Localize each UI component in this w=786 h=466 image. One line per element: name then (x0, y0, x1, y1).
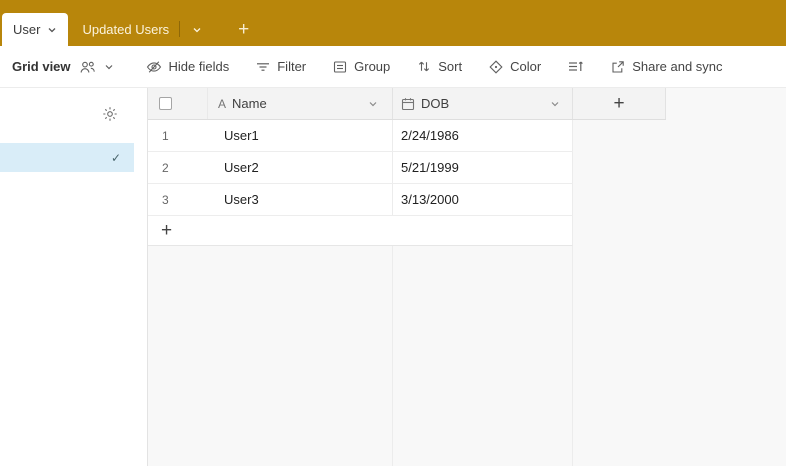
cell-value: 5/21/1999 (401, 160, 459, 175)
collaborators-icon (79, 60, 96, 74)
hide-fields-button[interactable]: Hide fields (138, 54, 238, 79)
share-icon (611, 60, 625, 74)
chevron-down-icon[interactable] (550, 99, 564, 109)
cell-value: User1 (224, 128, 259, 143)
grid-column-line (392, 246, 393, 466)
row-height-icon (568, 60, 584, 73)
group-label: Group (354, 59, 391, 74)
table-row: 3 User3 3/13/2000 (148, 184, 573, 216)
filter-button[interactable]: Filter (248, 54, 314, 79)
row-number-cell[interactable]: 2 (148, 152, 208, 183)
tab-menu-chevron-icon[interactable] (180, 13, 214, 46)
cell-value: 2/24/1986 (401, 128, 459, 143)
tab-updated-users-label: Updated Users (82, 22, 170, 37)
tab-updated-users[interactable]: Updated Users (68, 13, 179, 46)
cell-dob[interactable]: 3/13/2000 (393, 184, 573, 215)
table-row: 1 User1 2/24/1986 (148, 120, 573, 152)
cell-name[interactable]: User2 (208, 152, 393, 183)
view-toolbar: Grid view Hide fields Filter Group Sort … (0, 46, 786, 88)
add-row-button[interactable]: + (148, 216, 573, 246)
sidebar-view-item-selected[interactable]: ✓ (0, 143, 134, 172)
table-tabs-bar: User Updated Users + (0, 0, 786, 46)
color-button[interactable]: Color (481, 54, 549, 79)
cell-dob[interactable]: 5/21/1999 (393, 152, 573, 183)
group-icon (333, 60, 347, 74)
column-header-name[interactable]: A Name (208, 88, 393, 119)
cell-value: User3 (224, 192, 259, 207)
select-all-cell (148, 88, 208, 119)
data-grid: A Name DOB + 1 User1 2/24/1986 2 User2 5… (148, 88, 786, 466)
add-column-button[interactable]: + (573, 88, 666, 119)
plus-icon: + (613, 92, 625, 114)
plus-icon: + (161, 219, 173, 241)
cell-name[interactable]: User1 (208, 120, 393, 151)
cell-value: 3/13/2000 (401, 192, 459, 207)
color-label: Color (510, 59, 542, 74)
cell-dob[interactable]: 2/24/1986 (393, 120, 573, 151)
row-number: 2 (162, 160, 169, 175)
tab-user[interactable]: User (2, 13, 69, 46)
row-height-button[interactable] (560, 55, 592, 78)
share-and-sync-button[interactable]: Share and sync (603, 54, 730, 79)
cell-name[interactable]: User3 (208, 184, 393, 215)
column-name-label: Name (232, 96, 267, 111)
view-switcher-button[interactable]: Grid view (6, 55, 120, 78)
check-icon: ✓ (110, 150, 121, 165)
column-dob-label: DOB (421, 96, 450, 111)
row-number-cell[interactable]: 3 (148, 184, 208, 215)
gear-icon[interactable] (102, 106, 118, 122)
row-number: 1 (162, 128, 169, 143)
calendar-icon (401, 97, 415, 111)
group-button[interactable]: Group (325, 54, 398, 79)
grid-column-line (572, 246, 573, 466)
sort-label: Sort (438, 59, 463, 74)
sort-icon (417, 60, 431, 73)
main-area: ✓ A Name DOB + 1 User1 2/24/1986 2 User2… (0, 88, 786, 466)
plus-icon: + (238, 18, 250, 40)
cell-value: User2 (224, 160, 259, 175)
sort-button[interactable]: Sort (409, 54, 470, 79)
share-and-sync-label: Share and sync (632, 59, 723, 74)
color-icon (489, 59, 503, 74)
view-name-label: Grid view (12, 59, 71, 74)
grid-header-row: A Name DOB + (148, 88, 666, 120)
hide-fields-icon (146, 60, 162, 74)
select-all-checkbox[interactable] (159, 97, 172, 110)
row-number: 3 (162, 192, 169, 207)
views-sidebar: ✓ (0, 88, 148, 466)
text-field-icon: A (218, 96, 227, 111)
chevron-down-icon[interactable] (47, 25, 57, 35)
filter-icon (256, 61, 270, 73)
chevron-down-icon[interactable] (368, 99, 382, 109)
table-row: 2 User2 5/21/1999 (148, 152, 573, 184)
column-header-dob[interactable]: DOB (393, 88, 573, 119)
chevron-down-icon (104, 62, 114, 72)
row-number-cell[interactable]: 1 (148, 120, 208, 151)
tab-user-label: User (13, 22, 41, 37)
hide-fields-label: Hide fields (168, 59, 230, 74)
add-table-button[interactable]: + (228, 13, 259, 46)
filter-label: Filter (277, 59, 307, 74)
